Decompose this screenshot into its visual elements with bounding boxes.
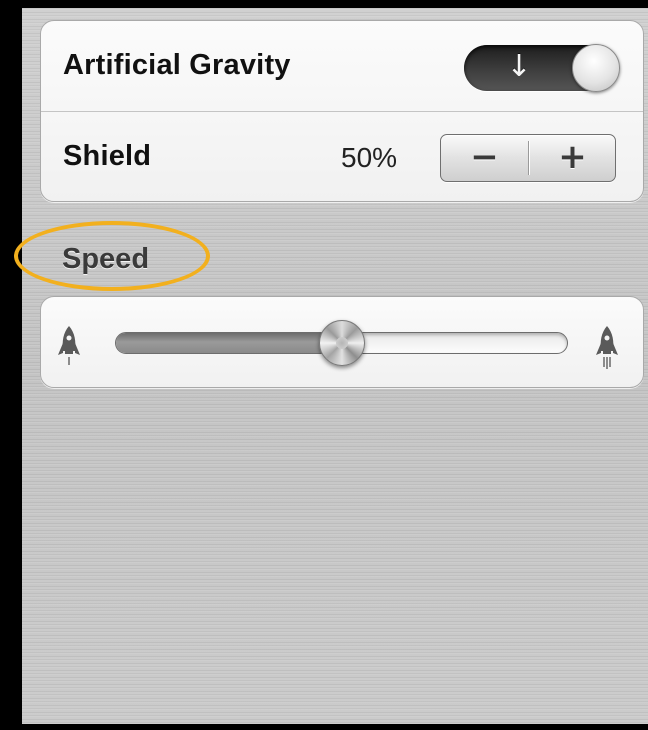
speed-slider-thumb[interactable] xyxy=(318,320,365,366)
rocket-fast-icon xyxy=(596,326,618,369)
down-arrow-icon: ↓ xyxy=(506,49,532,84)
rocket-slow-icon xyxy=(58,326,80,365)
shield-value: 50% xyxy=(341,142,398,173)
speed-section-header: Speed xyxy=(62,243,150,275)
shield-label: Shield xyxy=(63,140,152,172)
artificial-gravity-label: Artificial Gravity xyxy=(63,49,291,81)
artificial-gravity-row: Artificial Gravity ↓ xyxy=(41,21,643,111)
shield-row: Shield 50% − + xyxy=(41,112,643,201)
speed-group xyxy=(40,296,644,388)
shield-stepper: − + xyxy=(440,134,616,182)
decrement-button[interactable]: − xyxy=(441,135,528,181)
settings-group: Artificial Gravity ↓ Shield 50% − + xyxy=(40,20,644,202)
increment-button[interactable]: + xyxy=(529,135,615,181)
speed-slider-fill xyxy=(116,333,343,353)
settings-screen: Artificial Gravity ↓ Shield 50% − + Spee… xyxy=(14,8,648,724)
toggle-knob xyxy=(572,44,620,92)
artificial-gravity-toggle[interactable]: ↓ xyxy=(464,44,620,92)
